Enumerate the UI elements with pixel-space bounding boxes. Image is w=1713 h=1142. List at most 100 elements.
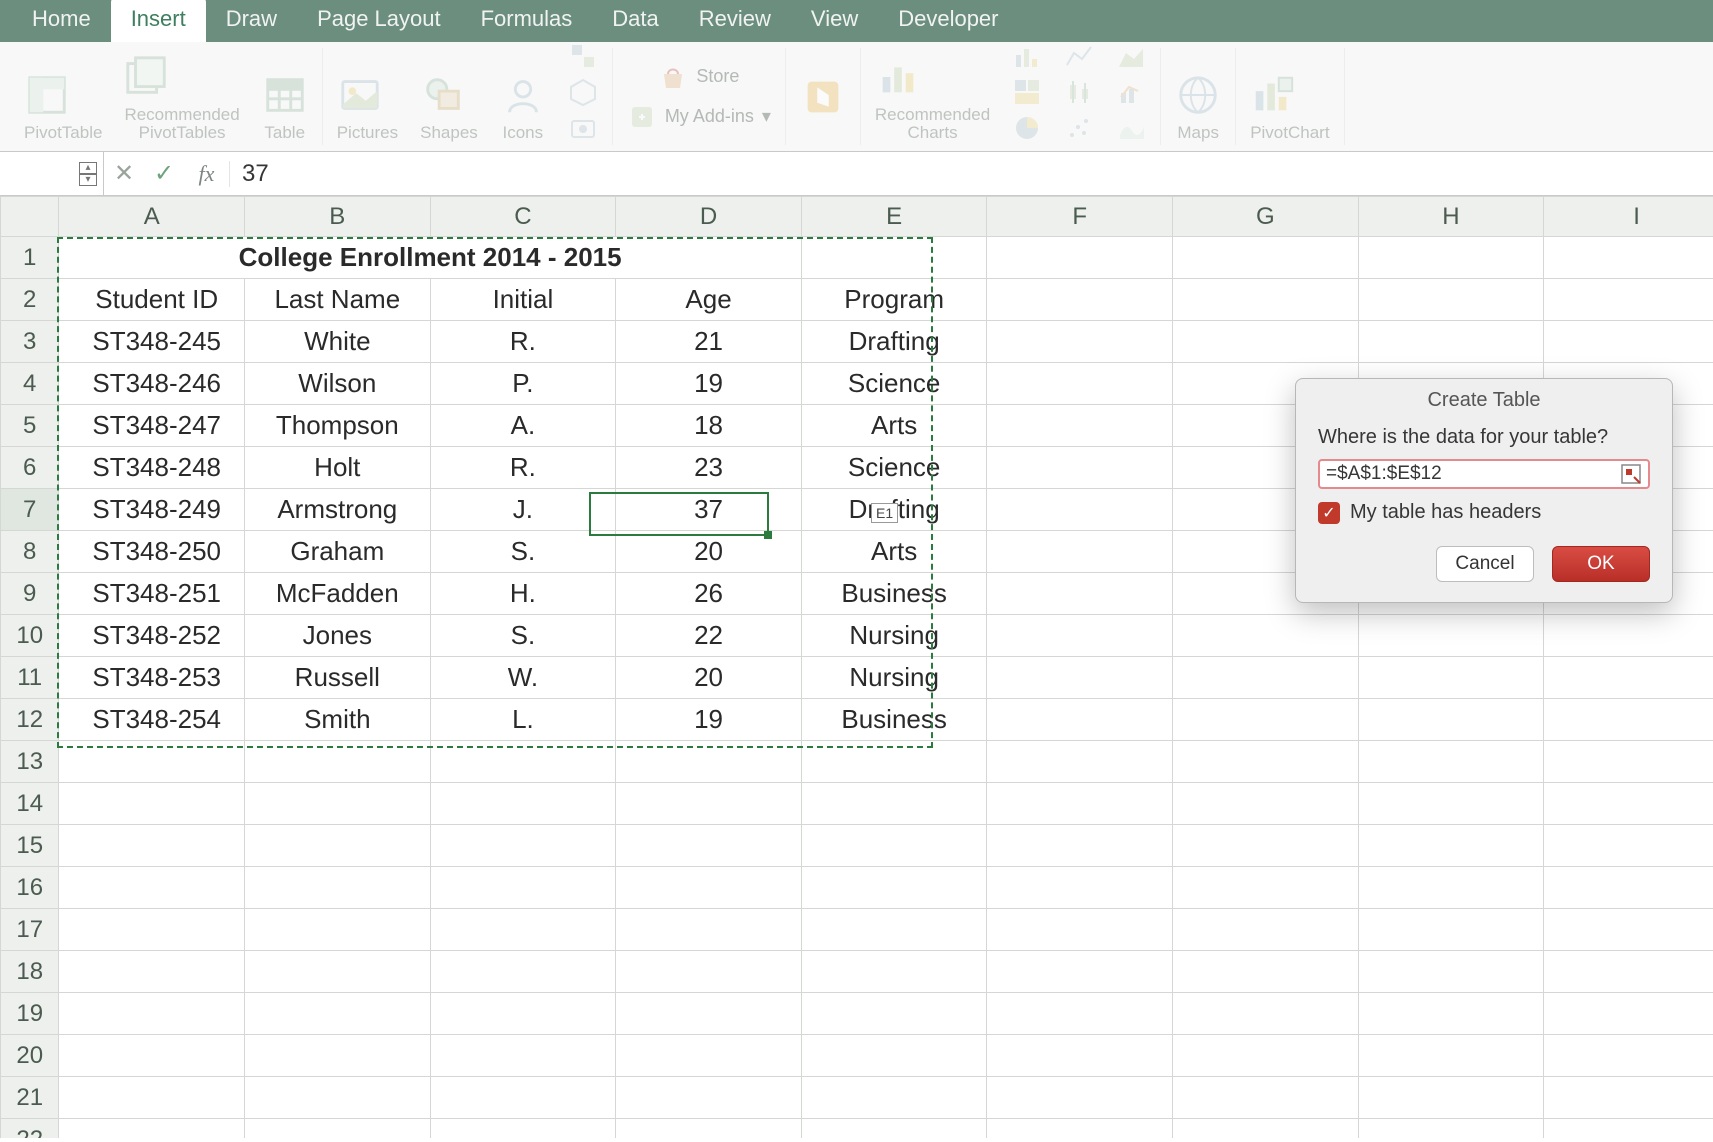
cell-C22[interactable] xyxy=(430,1119,616,1139)
cell-A22[interactable] xyxy=(59,1119,245,1139)
cell-G14[interactable] xyxy=(1173,783,1359,825)
cell-B13[interactable] xyxy=(245,741,431,783)
cell-F6[interactable] xyxy=(987,447,1173,489)
row-header-10[interactable]: 10 xyxy=(1,615,59,657)
cell-E2[interactable]: Program xyxy=(801,279,987,321)
cell-C8[interactable]: S. xyxy=(430,531,616,573)
cell-F8[interactable] xyxy=(987,531,1173,573)
statistic-chart-icon[interactable] xyxy=(1064,77,1094,107)
cell-G1[interactable] xyxy=(1173,237,1359,279)
row-header-16[interactable]: 16 xyxy=(1,867,59,909)
cell-I21[interactable] xyxy=(1544,1077,1713,1119)
cell-B16[interactable] xyxy=(245,867,431,909)
fx-icon[interactable]: fx xyxy=(184,161,230,187)
cell-I15[interactable] xyxy=(1544,825,1713,867)
cell-E13[interactable] xyxy=(801,741,987,783)
cell-E14[interactable] xyxy=(801,783,987,825)
cell-D2[interactable]: Age xyxy=(616,279,802,321)
cell-F2[interactable] xyxy=(987,279,1173,321)
cell-A6[interactable]: ST348-248 xyxy=(59,447,245,489)
select-all-corner[interactable] xyxy=(1,197,59,237)
cell-E4[interactable]: Science xyxy=(801,363,987,405)
cell-F17[interactable] xyxy=(987,909,1173,951)
cell-H2[interactable] xyxy=(1358,279,1544,321)
cell-I10[interactable] xyxy=(1544,615,1713,657)
cell-H12[interactable] xyxy=(1358,699,1544,741)
cell-G10[interactable] xyxy=(1173,615,1359,657)
cell-C4[interactable]: P. xyxy=(430,363,616,405)
row-header-6[interactable]: 6 xyxy=(1,447,59,489)
row-header-17[interactable]: 17 xyxy=(1,909,59,951)
row-header-15[interactable]: 15 xyxy=(1,825,59,867)
spreadsheet-grid[interactable]: ABCDEFGHI 1College Enrollment 2014 - 201… xyxy=(0,196,1713,1138)
maps-icon[interactable] xyxy=(1175,72,1221,118)
cell-A20[interactable] xyxy=(59,1035,245,1077)
cell-H19[interactable] xyxy=(1358,993,1544,1035)
cell-D13[interactable] xyxy=(616,741,802,783)
cell-A17[interactable] xyxy=(59,909,245,951)
cell-F10[interactable] xyxy=(987,615,1173,657)
cell-E5[interactable]: Arts xyxy=(801,405,987,447)
pivotchart-icon[interactable] xyxy=(1250,72,1296,118)
cell-C9[interactable]: H. xyxy=(430,573,616,615)
cell-C12[interactable]: L. xyxy=(430,699,616,741)
tab-view[interactable]: View xyxy=(791,0,878,42)
name-box[interactable]: ▴▾ xyxy=(0,152,104,195)
cell-D15[interactable] xyxy=(616,825,802,867)
cell-B5[interactable]: Thompson xyxy=(245,405,431,447)
column-header-C[interactable]: C xyxy=(430,197,616,237)
cell-A15[interactable] xyxy=(59,825,245,867)
tab-data[interactable]: Data xyxy=(592,0,678,42)
cell-E20[interactable] xyxy=(801,1035,987,1077)
cell-E3[interactable]: Drafting xyxy=(801,321,987,363)
cell-E16[interactable] xyxy=(801,867,987,909)
shapes-icon[interactable] xyxy=(420,72,466,118)
cell-H21[interactable] xyxy=(1358,1077,1544,1119)
cell-B2[interactable]: Last Name xyxy=(245,279,431,321)
cell-B10[interactable]: Jones xyxy=(245,615,431,657)
cell-G2[interactable] xyxy=(1173,279,1359,321)
row-header-3[interactable]: 3 xyxy=(1,321,59,363)
formula-input[interactable] xyxy=(230,160,1713,188)
cell-B9[interactable]: McFadden xyxy=(245,573,431,615)
cell-A13[interactable] xyxy=(59,741,245,783)
cell-G12[interactable] xyxy=(1173,699,1359,741)
row-header-22[interactable]: 22 xyxy=(1,1119,59,1139)
cell-D11[interactable]: 20 xyxy=(616,657,802,699)
cell-G15[interactable] xyxy=(1173,825,1359,867)
cell-F7[interactable] xyxy=(987,489,1173,531)
cell-F15[interactable] xyxy=(987,825,1173,867)
surface-chart-icon[interactable] xyxy=(1116,113,1146,143)
row-header-13[interactable]: 13 xyxy=(1,741,59,783)
cell-F21[interactable] xyxy=(987,1077,1173,1119)
cell-D3[interactable]: 21 xyxy=(616,321,802,363)
cell-A12[interactable]: ST348-254 xyxy=(59,699,245,741)
cell-E22[interactable] xyxy=(801,1119,987,1139)
cell-I16[interactable] xyxy=(1544,867,1713,909)
cell-D5[interactable]: 18 xyxy=(616,405,802,447)
3dmodels-icon[interactable] xyxy=(568,77,598,107)
cell-C2[interactable]: Initial xyxy=(430,279,616,321)
cell-D6[interactable]: 23 xyxy=(616,447,802,489)
cell-B18[interactable] xyxy=(245,951,431,993)
cell-F12[interactable] xyxy=(987,699,1173,741)
cell-C11[interactable]: W. xyxy=(430,657,616,699)
cell-G16[interactable] xyxy=(1173,867,1359,909)
cell-E12[interactable]: Business xyxy=(801,699,987,741)
cell-I2[interactable] xyxy=(1544,279,1713,321)
cell-B15[interactable] xyxy=(245,825,431,867)
screenshot-icon[interactable] xyxy=(568,113,598,143)
cell-F16[interactable] xyxy=(987,867,1173,909)
cell-A8[interactable]: ST348-250 xyxy=(59,531,245,573)
cell-E6[interactable]: Science xyxy=(801,447,987,489)
cell-F18[interactable] xyxy=(987,951,1173,993)
cell-F11[interactable] xyxy=(987,657,1173,699)
cell-D21[interactable] xyxy=(616,1077,802,1119)
cell-F1[interactable] xyxy=(987,237,1173,279)
cell-C10[interactable]: S. xyxy=(430,615,616,657)
row-header-2[interactable]: 2 xyxy=(1,279,59,321)
cell-C19[interactable] xyxy=(430,993,616,1035)
cell-I1[interactable] xyxy=(1544,237,1713,279)
cell-I18[interactable] xyxy=(1544,951,1713,993)
cell-H10[interactable] xyxy=(1358,615,1544,657)
